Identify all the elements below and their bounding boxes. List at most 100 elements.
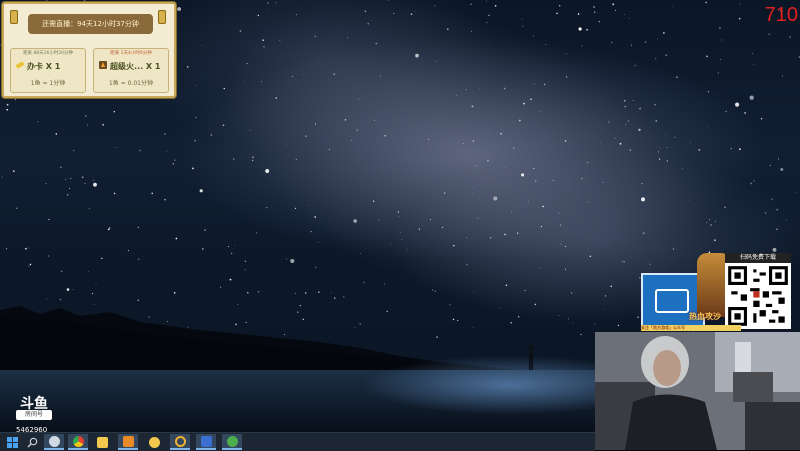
star	[760, 118, 763, 120]
star	[488, 14, 490, 17]
star	[137, 226, 139, 228]
taskbar-green-app[interactable]	[222, 434, 242, 450]
star	[780, 168, 784, 171]
obs-icon	[200, 435, 212, 447]
star	[139, 149, 142, 152]
star	[204, 229, 206, 231]
star	[714, 220, 716, 222]
star	[295, 14, 298, 16]
star	[295, 158, 298, 161]
star	[753, 64, 755, 66]
gift-card-1[interactable]: 距离 88天16小时20分钟 办卡 X 1 1鱼 ≈ 1分钟	[10, 48, 86, 93]
star	[444, 192, 446, 194]
star	[364, 10, 367, 13]
star	[266, 207, 268, 209]
star	[719, 58, 721, 60]
star	[252, 156, 254, 158]
star	[304, 135, 307, 137]
gift-panel: 还需直播：94天12小时37分钟 距离 88天16小时20分钟 办卡 X 1 1…	[2, 2, 176, 98]
star	[28, 265, 30, 267]
star	[517, 232, 519, 234]
star	[195, 84, 196, 86]
rocket-icon	[99, 61, 107, 69]
star	[629, 149, 632, 151]
star	[578, 27, 582, 31]
star	[333, 297, 336, 299]
star	[72, 289, 74, 290]
star	[665, 54, 667, 56]
star	[219, 286, 222, 288]
star	[565, 76, 568, 78]
star	[560, 243, 562, 245]
star	[428, 139, 430, 141]
star	[164, 133, 166, 135]
star	[698, 149, 701, 151]
star	[378, 219, 380, 221]
star	[511, 211, 512, 213]
star	[398, 216, 400, 217]
star	[487, 159, 489, 162]
star	[571, 292, 573, 294]
taskbar-chrome[interactable]	[68, 434, 88, 450]
star	[657, 38, 658, 40]
star	[113, 192, 116, 195]
taskbar-game-client[interactable]	[118, 434, 138, 450]
qr-advertisement[interactable]: 热血攻沙 扫码免费下载 关注「地方游戏」公众号	[641, 253, 794, 331]
star	[257, 291, 260, 293]
lantern-icon	[158, 10, 166, 24]
star	[706, 126, 708, 127]
star	[166, 150, 168, 152]
star	[65, 178, 67, 180]
star	[318, 291, 320, 293]
star	[640, 107, 642, 108]
star	[330, 292, 332, 294]
star	[344, 118, 347, 121]
taskbar-tencent[interactable]	[144, 434, 164, 450]
star	[564, 245, 566, 247]
taskbar-browser[interactable]	[92, 434, 112, 450]
star	[1, 176, 3, 178]
star	[657, 151, 659, 153]
search-button[interactable]	[22, 434, 42, 450]
star	[725, 110, 727, 112]
star	[6, 108, 8, 111]
star	[533, 168, 535, 170]
star	[73, 150, 75, 152]
star	[48, 219, 50, 221]
star	[33, 268, 35, 269]
star	[275, 2, 277, 4]
ad-strip-text: 关注「地方游戏」公众号	[641, 325, 741, 331]
start-button[interactable]	[2, 434, 22, 450]
star	[627, 120, 629, 122]
star	[564, 140, 567, 142]
star	[540, 110, 541, 112]
star	[612, 3, 615, 6]
star	[263, 46, 265, 48]
star	[418, 228, 420, 230]
star	[60, 270, 63, 273]
star	[249, 129, 251, 131]
gift-card-2[interactable]: 距离 1天4小时6分钟 超级火... X 1 1鱼 ≈ 0.01分钟	[93, 48, 169, 93]
star	[347, 37, 348, 39]
taskbar-steam[interactable]	[44, 434, 64, 450]
star	[234, 245, 236, 247]
star	[363, 281, 365, 283]
qr-code-icon	[725, 263, 791, 329]
star	[239, 30, 242, 32]
star	[415, 53, 419, 58]
star	[92, 292, 94, 295]
star	[66, 288, 70, 291]
star	[587, 201, 589, 203]
star	[343, 296, 345, 298]
star	[604, 295, 607, 297]
star	[724, 206, 726, 208]
star	[210, 134, 213, 137]
star	[434, 290, 436, 292]
star	[714, 239, 716, 241]
star	[177, 7, 182, 11]
star	[85, 115, 87, 117]
taskbar-orange-app[interactable]	[170, 434, 190, 450]
star	[628, 17, 630, 19]
star	[471, 105, 474, 108]
taskbar-obs[interactable]	[196, 434, 216, 450]
